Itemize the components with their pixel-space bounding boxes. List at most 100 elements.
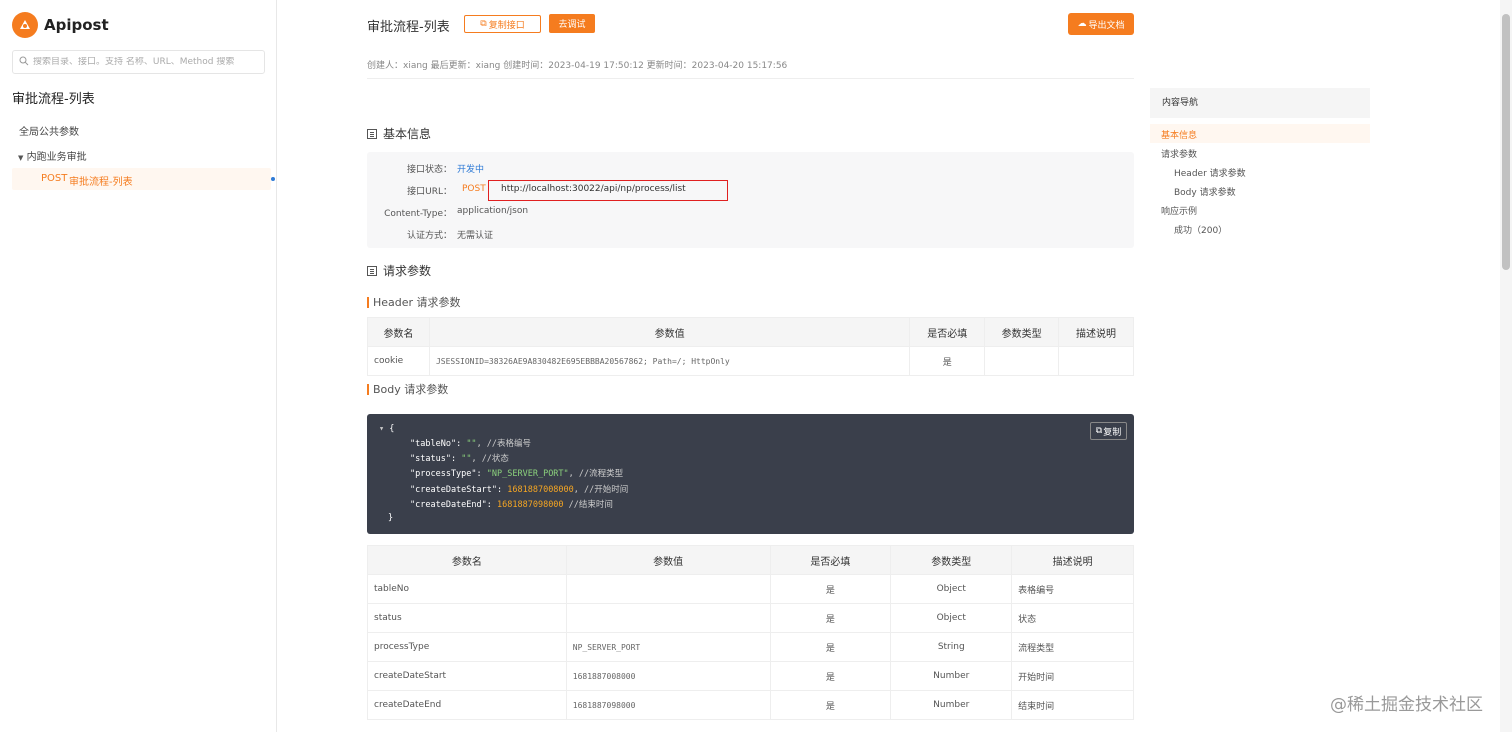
type-cell: Object xyxy=(890,574,1013,604)
param-name-cell: cookie xyxy=(367,346,430,376)
json-value: "" xyxy=(466,439,477,449)
column-header: 是否必填 xyxy=(909,317,986,347)
scrollbar-thumb[interactable] xyxy=(1502,14,1510,270)
basic-info-box: 接口状态： 开发中 接口URL： POST http://localhost:3… xyxy=(367,152,1134,248)
status-value: 开发中 xyxy=(457,165,485,175)
content-nav-title: 内容导航 xyxy=(1150,88,1370,118)
required-cell: 是 xyxy=(769,574,892,604)
param-value-cell: NP_SERVER_PORT xyxy=(565,632,771,662)
copy-api-button[interactable]: ⧉ 复制接口 xyxy=(464,15,541,33)
type-cell: Number xyxy=(890,661,1013,691)
code-line: "processType": "NP_SERVER_PORT", //流程类型 xyxy=(410,469,624,479)
column-header: 参数值 xyxy=(565,545,771,575)
unsaved-dot-icon xyxy=(271,177,275,181)
sidebar-item-api[interactable]: POST 审批流程-列表 xyxy=(12,168,275,190)
code-close-line: } xyxy=(388,513,394,523)
body-params-table: 参数名 参数值 是否必填 参数类型 描述说明 tableNo 是 Object … xyxy=(367,545,1134,720)
param-value-cell xyxy=(565,574,771,604)
logo[interactable]: Apipost xyxy=(12,12,109,38)
watermark: @稀土掘金技术社区 xyxy=(1330,695,1483,715)
param-name-cell: status xyxy=(367,603,567,633)
type-cell: String xyxy=(890,632,1013,662)
param-value-cell: 1681887098000 xyxy=(565,690,771,720)
column-header: 是否必填 xyxy=(769,545,892,575)
url-highlight-box xyxy=(488,180,728,201)
table-row: cookie JSESSIONID=38326AE9A830482E695EBB… xyxy=(367,346,1134,376)
desc-cell xyxy=(1058,346,1134,376)
method-badge: POST xyxy=(462,184,486,194)
info-row-content-type: Content-Type： application/json xyxy=(367,206,1134,220)
copy-icon: ⧉ xyxy=(1095,426,1103,436)
search-box[interactable] xyxy=(12,50,265,74)
search-input[interactable] xyxy=(33,57,253,67)
export-doc-button[interactable]: ☁ 导出文档 xyxy=(1068,13,1134,35)
toc-item-response-example[interactable]: 响应示例 xyxy=(1161,204,1197,217)
json-key: "status" xyxy=(410,454,451,464)
table-row: createDateEnd 1681887098000 是 Number 结束时… xyxy=(367,690,1134,720)
divider xyxy=(367,78,1134,79)
code-line: "status": "", //状态 xyxy=(410,454,509,464)
type-cell: Number xyxy=(890,690,1013,720)
info-label: 接口URL： xyxy=(407,187,452,197)
sidebar-folder-label: 内跑业务审批 xyxy=(26,152,87,163)
scrollbar[interactable] xyxy=(1500,0,1512,732)
toc-item-basic-info[interactable]: 基本信息 xyxy=(1161,128,1197,141)
code-line: "tableNo": "", //表格编号 xyxy=(410,439,532,449)
info-label: 接口状态： xyxy=(406,165,452,175)
column-header: 描述说明 xyxy=(1011,545,1134,575)
json-comment: , //表格编号 xyxy=(476,439,532,449)
toc-item-body-params[interactable]: Body 请求参数 xyxy=(1174,185,1236,198)
required-cell: 是 xyxy=(769,632,892,662)
param-name-cell: createDateEnd xyxy=(367,690,567,720)
toc-item-header-params[interactable]: Header 请求参数 xyxy=(1174,166,1246,179)
apipost-logo-icon xyxy=(12,12,38,38)
copy-code-button[interactable]: ⧉ 复制 xyxy=(1090,422,1127,440)
table-row: createDateStart 1681887008000 是 Number 开… xyxy=(367,661,1134,691)
column-header: 参数值 xyxy=(428,317,911,347)
copy-api-label: 复制接口 xyxy=(488,20,525,31)
basic-info-title: 基本信息 xyxy=(383,127,432,141)
type-cell: Object xyxy=(890,603,1013,633)
desc-cell: 开始时间 xyxy=(1011,661,1134,691)
document-icon xyxy=(367,128,377,139)
cloud-download-icon: ☁ xyxy=(1077,19,1087,29)
required-cell: 是 xyxy=(769,661,892,691)
json-key: "createDateStart" xyxy=(410,485,497,495)
body-params-subheading: Body 请求参数 xyxy=(367,384,448,395)
column-header: 参数名 xyxy=(367,317,430,347)
param-value-cell xyxy=(565,603,771,633)
copy-code-label: 复制 xyxy=(1103,427,1122,438)
toc-item-request-params[interactable]: 请求参数 xyxy=(1161,147,1197,160)
json-comment: , //状态 xyxy=(471,454,509,464)
json-value: "NP_SERVER_PORT" xyxy=(486,469,569,479)
table-row: status 是 Object 状态 xyxy=(367,603,1134,633)
request-params-title: 请求参数 xyxy=(383,264,432,278)
code-line: "createDateStart": 1681887008000, //开始时间 xyxy=(410,485,629,495)
sidebar-folder[interactable]: ▼ 内跑业务审批 xyxy=(18,148,87,163)
column-header: 参数类型 xyxy=(984,317,1060,347)
debug-button[interactable]: 去调试 xyxy=(549,14,595,33)
required-cell: 是 xyxy=(769,690,892,720)
meta-info: 创建人：xiang 最后更新：xiang 创建时间：2023-04-19 17:… xyxy=(367,61,788,71)
code-open-line: ▾ { xyxy=(379,424,394,434)
info-row-status: 接口状态： 开发中 xyxy=(367,162,1134,176)
param-name-cell: tableNo xyxy=(367,574,567,604)
export-doc-label: 导出文档 xyxy=(1088,20,1125,31)
header-params-table: 参数名 参数值 是否必填 参数类型 描述说明 cookie JSESSIONID… xyxy=(367,317,1134,376)
param-name-cell: createDateStart xyxy=(367,661,567,691)
collapse-toggle-icon[interactable]: ▾ xyxy=(379,424,384,434)
sidebar-item-label: 审批流程-列表 xyxy=(69,177,133,188)
toc-item-success-200[interactable]: 成功（200） xyxy=(1174,223,1227,236)
sidebar-item-global-params[interactable]: 全局公共参数 xyxy=(19,123,79,138)
json-comment: , //流程类型 xyxy=(568,469,624,479)
copy-icon: ⧉ xyxy=(480,19,487,29)
basic-info-heading: 基本信息 xyxy=(367,125,431,142)
table-header-row: 参数名 参数值 是否必填 参数类型 描述说明 xyxy=(367,317,1134,347)
column-header: 参数类型 xyxy=(890,545,1013,575)
param-name-cell: processType xyxy=(367,632,567,662)
info-row-url: 接口URL： POST http://localhost:30022/api/n… xyxy=(367,184,1134,198)
auth-value: 无需认证 xyxy=(457,231,494,241)
desc-cell: 状态 xyxy=(1011,603,1134,633)
code-brace: { xyxy=(389,424,395,434)
info-label: Content-Type： xyxy=(384,209,452,219)
